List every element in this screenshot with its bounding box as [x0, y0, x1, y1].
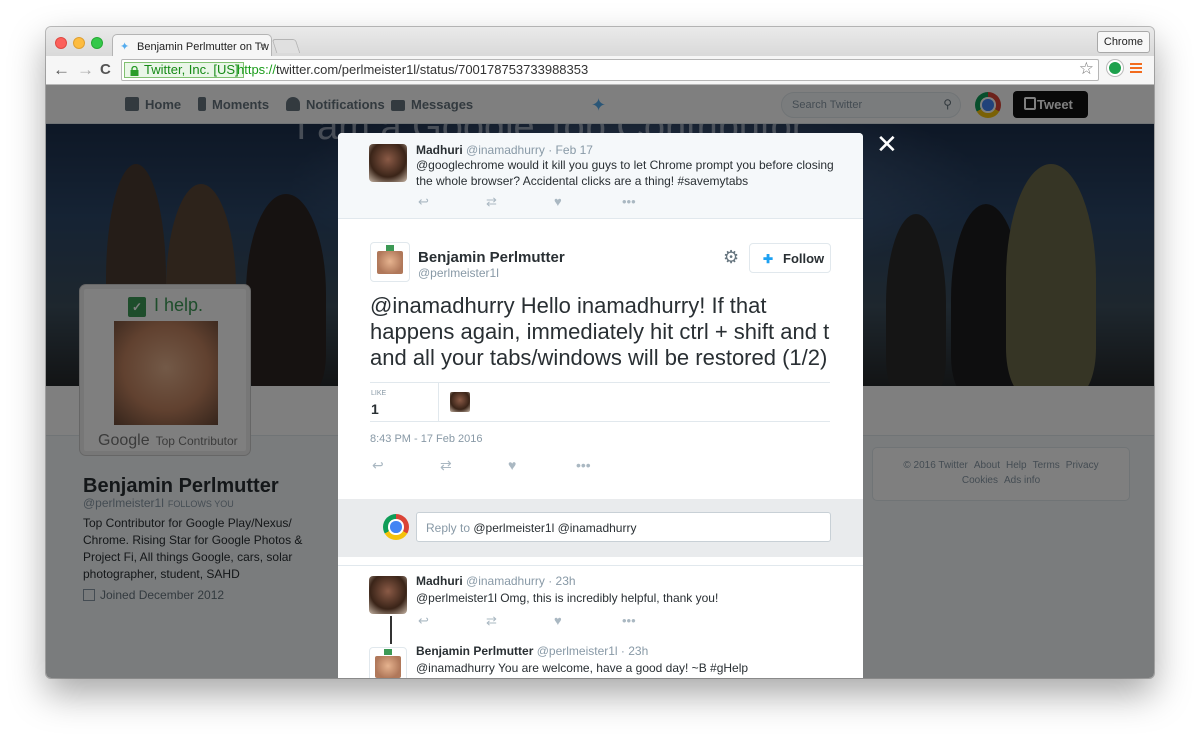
new-tab-button[interactable] [271, 39, 301, 53]
bookmark-star-icon[interactable]: ☆ [1079, 59, 1094, 79]
close-modal-icon[interactable]: ✕ [876, 131, 898, 157]
back-icon[interactable]: ← [53, 60, 70, 80]
avatar[interactable] [369, 576, 407, 614]
url-host: twitter.com [276, 62, 339, 77]
reply-prefix: Reply to [426, 521, 471, 535]
tab-close-icon[interactable]: × [260, 40, 266, 52]
tweet-actions: ↩ ⇄ ♥ ••• [418, 613, 690, 629]
reply-recipients: @perlmeister1l @inamadhurry [473, 521, 637, 535]
reply-icon[interactable]: ↩ [418, 613, 486, 629]
forward-icon[interactable]: → [77, 60, 94, 80]
ancestor-tweet[interactable]: Madhuri @inamadhurry · Feb 17 @googlechr… [338, 133, 863, 219]
minimize-window-button[interactable] [73, 37, 85, 49]
like-label: LIKE [371, 390, 387, 397]
address-bar[interactable]: Twitter, Inc. [US] https://twitter.com/p… [121, 59, 1099, 81]
reply-icon[interactable]: ↩ [372, 457, 440, 474]
tab-title: Benjamin Perlmutter on Tw [137, 41, 269, 53]
ev-label: Twitter, Inc. [US] [144, 62, 239, 77]
more-icon[interactable]: ••• [622, 613, 690, 628]
tweet-stats: LIKE 1 [370, 382, 830, 422]
author-meta: @inamadhurry · 23h [466, 574, 576, 588]
browser-window: ✦ Benjamin Perlmutter on Tw × Chrome ← →… [46, 27, 1154, 678]
extension-check-icon[interactable] [1107, 60, 1123, 76]
author-meta: @inamadhurry · Feb 17 [466, 143, 593, 157]
more-icon[interactable]: ••• [576, 457, 644, 473]
retweet-icon[interactable]: ⇄ [486, 613, 554, 629]
author-name[interactable]: Benjamin Perlmutter [416, 644, 533, 658]
reload-icon[interactable]: C [100, 60, 111, 80]
twitter-favicon-icon: ✦ [120, 41, 130, 53]
maximize-window-button[interactable] [91, 37, 103, 49]
like-icon[interactable]: ♥ [508, 457, 576, 473]
liker-avatar[interactable] [450, 392, 470, 412]
more-icon[interactable]: ••• [622, 194, 690, 209]
author-name[interactable]: Madhuri [416, 574, 463, 588]
author-name[interactable]: Madhuri [416, 143, 463, 157]
profile-button[interactable]: Chrome [1096, 31, 1150, 53]
main-tweet-author-handle[interactable]: @perlmeister1l [418, 266, 499, 280]
lock-icon [130, 65, 139, 76]
chrome-menu-icon[interactable] [1130, 63, 1142, 75]
main-tweet-author-name[interactable]: Benjamin Perlmutter [418, 249, 565, 266]
tweet-actions: ↩ ⇄ ♥ ••• [372, 457, 644, 474]
tweet-author: Madhuri @inamadhurry · Feb 17 [416, 143, 593, 157]
main-tweet-text: @inamadhurry Hello inamadhurry! If that … [370, 293, 830, 370]
tweet-author: Benjamin Perlmutter @perlmeister1l · 23h [416, 644, 648, 658]
browser-tab[interactable]: ✦ Benjamin Perlmutter on Tw × [112, 34, 272, 57]
avatar[interactable] [369, 647, 407, 678]
retweet-icon[interactable]: ⇄ [486, 194, 554, 210]
like-icon[interactable]: ♥ [554, 613, 622, 628]
tweet-timestamp[interactable]: 8:43 PM - 17 Feb 2016 [370, 433, 483, 445]
tweet-permalink-modal: Madhuri @inamadhurry · Feb 17 @googlechr… [338, 133, 863, 678]
add-user-icon: ✚ [763, 252, 774, 266]
follow-button[interactable]: ✚ Follow [749, 243, 831, 273]
tweet-author: Madhuri @inamadhurry · 23h [416, 574, 576, 588]
tweet-actions: ↩ ⇄ ♥ ••• [418, 194, 690, 210]
tab-strip: ✦ Benjamin Perlmutter on Tw × Chrome [46, 27, 1154, 57]
close-window-button[interactable] [55, 37, 67, 49]
avatar[interactable] [370, 242, 410, 282]
author-meta: @perlmeister1l · 23h [536, 644, 649, 658]
like-count[interactable]: 1 [371, 401, 379, 417]
follow-label: Follow [783, 251, 825, 266]
ev-certificate-badge[interactable]: Twitter, Inc. [US] [124, 62, 244, 78]
reply-box: Reply to @perlmeister1l @inamadhurry [338, 499, 863, 557]
thread-line [390, 616, 392, 644]
page-content: Home Moments Notifications Messages ✦ Se… [46, 85, 1154, 678]
gear-icon[interactable]: ⚙ [723, 247, 739, 268]
tweet-text: @perlmeister1l Omg, this is incredibly h… [416, 591, 719, 605]
user-avatar-chrome-icon [383, 514, 409, 540]
reply-icon[interactable]: ↩ [418, 194, 486, 210]
url-text: https://twitter.com/perlmeister1l/status… [237, 60, 588, 80]
like-icon[interactable]: ♥ [554, 194, 622, 209]
browser-toolbar: ← → C Twitter, Inc. [US] https://twitter… [46, 56, 1154, 85]
url-scheme: https:// [237, 62, 277, 77]
tweet-text: @inamadhurry You are welcome, have a goo… [416, 661, 749, 675]
reply-input[interactable]: Reply to @perlmeister1l @inamadhurry [416, 512, 831, 542]
retweet-icon[interactable]: ⇄ [440, 457, 508, 474]
url-path: /perlmeister1l/status/700178753733988353 [338, 62, 589, 77]
avatar[interactable] [369, 144, 407, 182]
tweet-text: @googlechrome would it kill you guys to … [416, 158, 834, 188]
